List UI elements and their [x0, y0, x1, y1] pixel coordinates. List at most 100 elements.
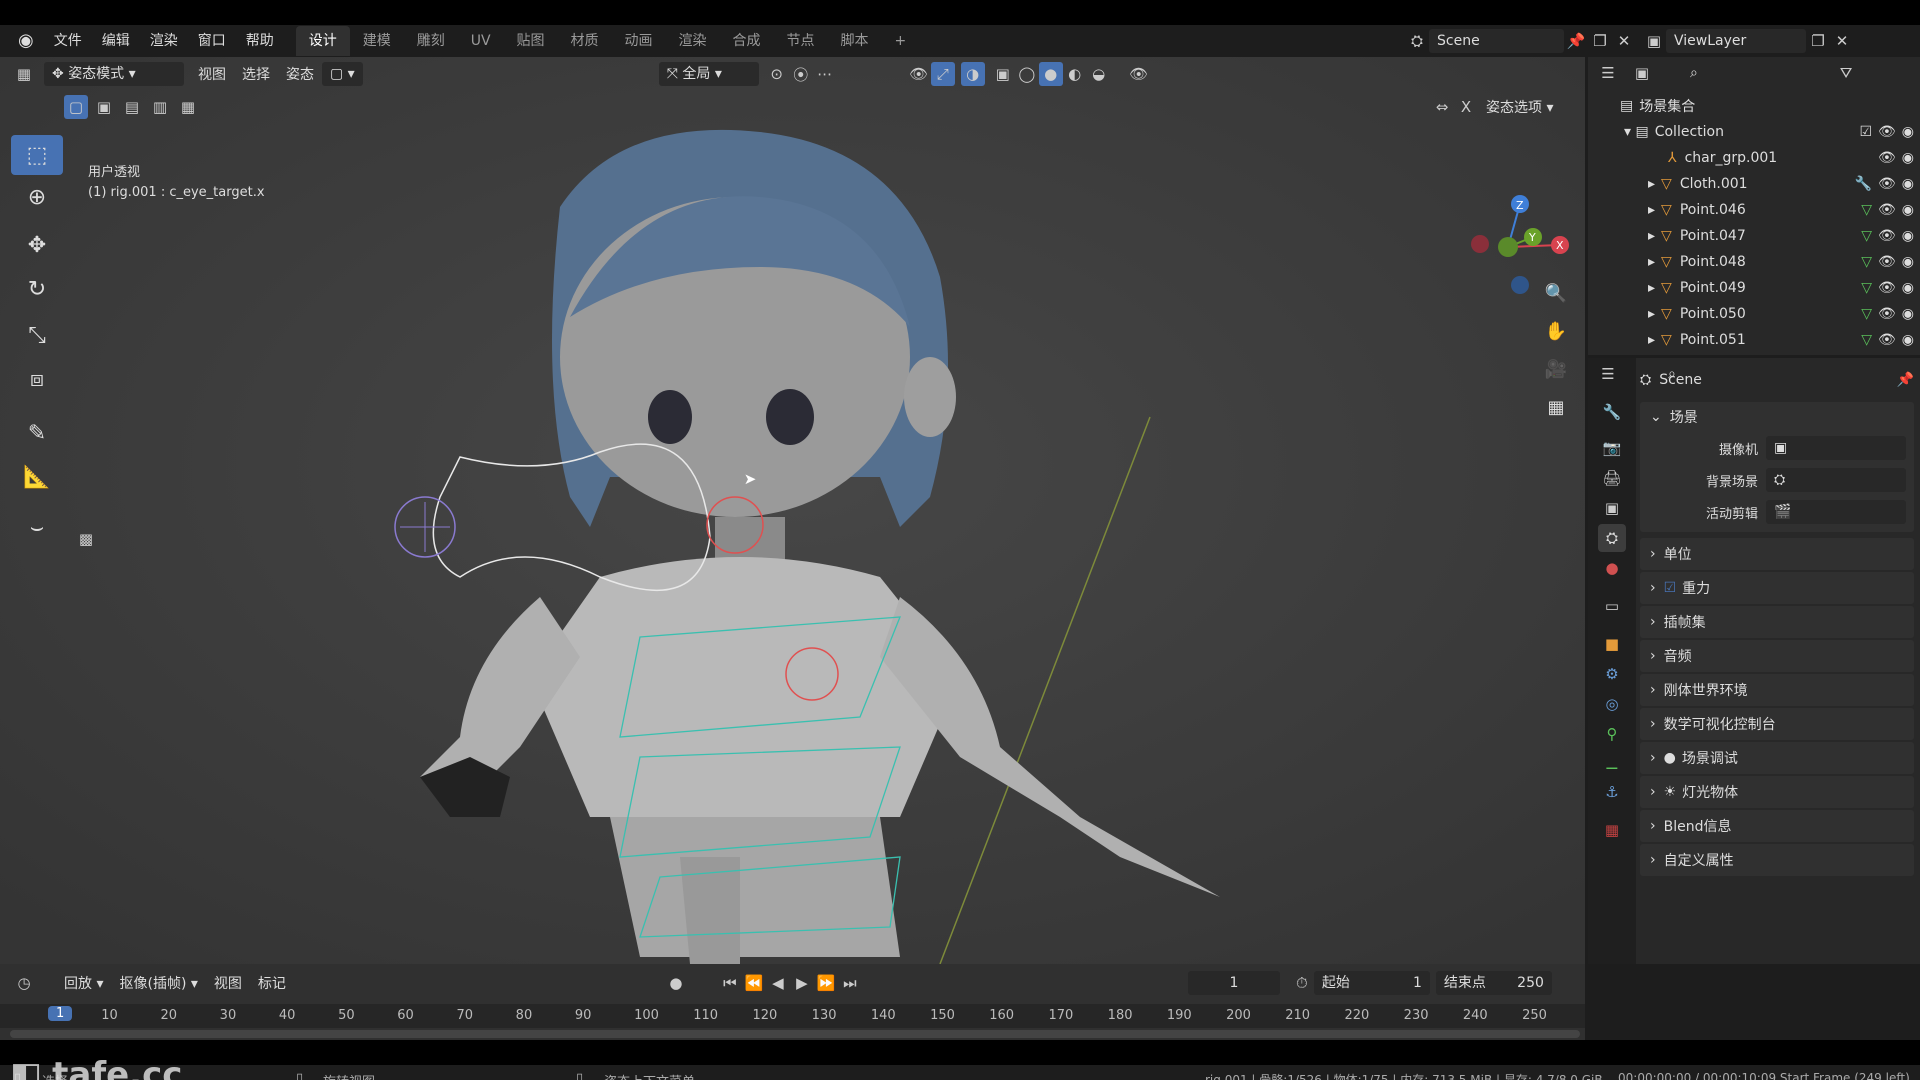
- pivot-icon[interactable]: ⊙: [765, 62, 789, 86]
- outliner-item[interactable]: ▸ ▽ Point.049 ▽ 👁 ◉: [1588, 275, 1920, 301]
- view-layer-field[interactable]: ViewLayer: [1666, 29, 1806, 53]
- view-layer-tab-icon[interactable]: ▣: [1598, 494, 1626, 522]
- wireframe-shading-icon[interactable]: ◯: [1015, 62, 1039, 86]
- timeline-scrollbar[interactable]: [10, 1030, 1580, 1038]
- x-mirror-icon[interactable]: X: [1454, 95, 1478, 119]
- prev-keyframe-icon[interactable]: ⏪: [742, 971, 766, 995]
- tab-nodes[interactable]: 节点: [774, 26, 828, 56]
- section-keying-sets[interactable]: › 插帧集: [1640, 606, 1914, 638]
- tab-sculpt[interactable]: 雕刻: [404, 26, 458, 56]
- menu-pose[interactable]: 姿态: [278, 64, 322, 84]
- checkbox-checked-icon[interactable]: ☑: [1664, 580, 1677, 596]
- select-extend-icon[interactable]: ▣: [92, 95, 116, 119]
- section-blend-info[interactable]: › Blend信息: [1640, 810, 1914, 842]
- view-layer-icon[interactable]: ▣: [1642, 29, 1666, 53]
- eye-icon[interactable]: 👁: [1878, 202, 1896, 218]
- menu-marker[interactable]: 标记: [250, 973, 294, 993]
- texture-tab-icon[interactable]: ▦: [1598, 816, 1626, 844]
- camera-icon[interactable]: ◉: [1902, 332, 1914, 348]
- material-shading-icon[interactable]: ◐: [1063, 62, 1087, 86]
- outliner-item[interactable]: ▸ ▽ Point.047 ▽ 👁 ◉: [1588, 223, 1920, 249]
- transform-tool[interactable]: ⧈: [11, 359, 63, 399]
- eye-icon[interactable]: 👁: [1878, 306, 1896, 322]
- gizmo-toggle-icon[interactable]: ⤢: [930, 62, 955, 86]
- scene-tab-icon[interactable]: ⛭: [1598, 524, 1626, 552]
- camera-icon[interactable]: ◉: [1902, 254, 1914, 270]
- snap-icon[interactable]: ⦿: [789, 62, 813, 86]
- tab-rendering[interactable]: 渲染: [666, 26, 720, 56]
- scale-tool[interactable]: ⤡: [11, 315, 63, 355]
- play-icon[interactable]: ▶: [790, 971, 814, 995]
- outliner-item[interactable]: ⅄ char_grp.001 👁 ◉: [1588, 145, 1920, 171]
- menu-keying[interactable]: 抠像(插帧) ▾: [111, 973, 205, 993]
- orientation-dropdown[interactable]: ⤧ 全局 ▾: [658, 62, 759, 86]
- render-tab-icon[interactable]: 📷: [1598, 434, 1626, 462]
- toolbar-extra-icon[interactable]: ▩: [74, 527, 98, 551]
- tab-material[interactable]: 材质: [558, 26, 612, 56]
- tab-scripting[interactable]: 脚本: [828, 26, 882, 56]
- annotate-tool[interactable]: ✎: [11, 413, 63, 453]
- outliner-item[interactable]: ▸ ▽ Point.046 ▽ 👁 ◉: [1588, 197, 1920, 223]
- grid-view-icon[interactable]: ▦: [1542, 393, 1570, 421]
- menu-window[interactable]: 窗口: [188, 25, 236, 57]
- outliner-item[interactable]: ▸ ▽ Point.048 ▽ 👁 ◉: [1588, 249, 1920, 275]
- camera-icon[interactable]: ◉: [1902, 176, 1914, 192]
- outliner-item[interactable]: ▸ ▽ Point.051 ▽ 👁 ◉: [1588, 327, 1920, 353]
- scene-icon[interactable]: ⛭: [1405, 29, 1429, 53]
- camera-icon[interactable]: ◉: [1902, 202, 1914, 218]
- section-light-objects[interactable]: › ☀ 灯光物体: [1640, 776, 1914, 808]
- scene-panel-header[interactable]: ⌄ 场景: [1640, 402, 1914, 432]
- active-clip-field[interactable]: 🎬: [1766, 500, 1906, 524]
- menu-playback[interactable]: 回放 ▾: [56, 973, 111, 993]
- mirror-icon[interactable]: ⇔: [1430, 95, 1454, 119]
- play-reverse-icon[interactable]: ◀: [766, 971, 790, 995]
- pan-icon[interactable]: ✋: [1542, 317, 1570, 345]
- section-gravity[interactable]: › ☑ 重力: [1640, 572, 1914, 604]
- eye-icon[interactable]: 👁: [1878, 332, 1896, 348]
- outliner-item[interactable]: ▸ ▽ Cloth.001 🔧 👁 ◉: [1588, 171, 1920, 197]
- 3d-viewport[interactable]: Z X Y ▦ ✥ 姿态模式 ▾ 视图 选择 姿态 ▢ ▾ ⤧ 全局 ▾ ⊙ ⦿…: [0, 57, 1585, 964]
- tab-modeling[interactable]: 建模: [350, 26, 404, 56]
- editor-type-icon[interactable]: ▦: [12, 62, 36, 86]
- menu-render[interactable]: 渲染: [140, 25, 188, 57]
- start-frame-field[interactable]: 起始 1: [1313, 971, 1430, 995]
- rotate-tool[interactable]: ↻: [11, 269, 63, 309]
- pin-icon[interactable]: 📌: [1897, 372, 1914, 388]
- select-invert-icon[interactable]: ▥: [148, 95, 172, 119]
- eye-icon[interactable]: 👁: [1878, 176, 1896, 192]
- current-frame-field[interactable]: 1: [1187, 971, 1280, 995]
- world-tab-icon[interactable]: ●: [1598, 554, 1626, 582]
- eye-icon[interactable]: 👁: [1878, 150, 1896, 166]
- tab-uv[interactable]: UV: [458, 26, 504, 56]
- xray-icon[interactable]: ▣: [991, 62, 1015, 86]
- delete-view-layer-icon[interactable]: ✕: [1830, 29, 1854, 53]
- blender-logo-icon[interactable]: ◉: [8, 25, 44, 57]
- select-subtract-icon[interactable]: ▤: [120, 95, 144, 119]
- eye-icon[interactable]: 👁: [1878, 228, 1896, 244]
- object-tab-icon[interactable]: ■: [1598, 630, 1626, 658]
- menu-select[interactable]: 选择: [234, 64, 278, 84]
- tab-animation[interactable]: 动画: [612, 26, 666, 56]
- bone-tool[interactable]: ⌣: [11, 507, 63, 547]
- collection-tab-icon[interactable]: ▭: [1598, 592, 1626, 620]
- tab-texture[interactable]: 贴图: [504, 26, 558, 56]
- end-frame-field[interactable]: 结束点 250: [1435, 971, 1552, 995]
- section-scene-debug[interactable]: › ● 场景调试: [1640, 742, 1914, 774]
- section-custom-properties[interactable]: › 自定义属性: [1640, 844, 1914, 876]
- collection-row[interactable]: ▾ ▤ Collection ☑ 👁 ◉: [1588, 119, 1920, 145]
- properties-editor-icon[interactable]: ☰: [1596, 362, 1620, 386]
- checkbox-icon[interactable]: ☑: [1859, 124, 1872, 140]
- move-tool[interactable]: ✥: [11, 225, 63, 265]
- camera-icon[interactable]: ◉: [1902, 124, 1914, 140]
- tool-tab-icon[interactable]: 🔧: [1598, 398, 1626, 426]
- pose-options-dropdown[interactable]: 姿态选项 ▾: [1478, 97, 1561, 117]
- cursor-tool[interactable]: ⊕: [11, 177, 63, 217]
- solid-shading-icon[interactable]: ●: [1038, 62, 1063, 86]
- select-new-icon[interactable]: ▢: [64, 95, 88, 119]
- menu-file[interactable]: 文件: [44, 25, 92, 57]
- zoom-icon[interactable]: 🔍: [1542, 279, 1570, 307]
- camera-icon[interactable]: ◉: [1902, 306, 1914, 322]
- visibility-icon[interactable]: 👁: [907, 62, 931, 86]
- add-workspace-icon[interactable]: +: [882, 26, 920, 56]
- select-tool[interactable]: ⬚: [11, 135, 63, 175]
